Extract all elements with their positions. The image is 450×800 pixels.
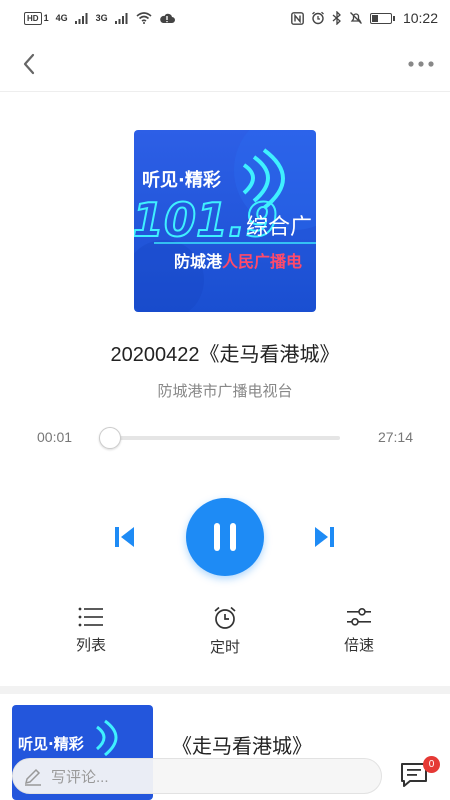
cover-station: 防城港人民广播电 xyxy=(174,252,302,271)
pencil-icon xyxy=(24,768,41,786)
bluetooth-icon xyxy=(332,11,341,25)
playlist-button[interactable]: 列表 xyxy=(51,606,131,655)
network-label-2: 3G xyxy=(95,13,108,23)
network-label-1: 4G xyxy=(55,13,68,23)
alarm-clock-icon xyxy=(214,606,236,629)
battery-icon xyxy=(369,12,395,24)
comment-bar: 写评论... 0 xyxy=(0,752,450,800)
progress-track[interactable] xyxy=(99,427,340,449)
battery-fill xyxy=(371,14,378,22)
tools-row: 列表 定时 倍速 xyxy=(0,606,450,662)
skip-next-icon xyxy=(315,527,334,547)
alarm-icon xyxy=(312,11,324,25)
sliders-icon xyxy=(347,608,371,626)
progress-knob[interactable] xyxy=(99,427,121,449)
cloud-icon xyxy=(159,13,175,23)
comment-placeholder: 写评论... xyxy=(51,768,109,786)
status-right: 10:22 xyxy=(291,10,438,26)
section-divider xyxy=(0,686,450,694)
signal-icon xyxy=(74,12,88,24)
hd-sub: 1 xyxy=(43,13,49,23)
playback-controls xyxy=(0,497,450,577)
nfc-icon xyxy=(291,11,304,25)
cover-channel: 综合广 xyxy=(246,215,312,240)
comment-input[interactable]: 写评论... xyxy=(12,758,382,794)
total-time: 27:14 xyxy=(377,429,413,445)
cover-art: 听见·精彩 101.9 综合广 防城港人民广播电 xyxy=(134,130,316,312)
signal-icon-2 xyxy=(114,12,128,24)
cover-slogan: 听见·精彩 xyxy=(142,169,221,191)
more-dots-icon xyxy=(408,60,434,67)
skip-previous-icon xyxy=(115,527,134,547)
more-button[interactable] xyxy=(406,49,436,79)
pause-button[interactable] xyxy=(186,498,264,576)
current-time: 00:01 xyxy=(37,429,73,445)
chevron-left-icon xyxy=(23,53,35,74)
previous-button[interactable] xyxy=(109,519,139,555)
speed-label: 倍速 xyxy=(343,637,374,654)
pause-icon xyxy=(214,523,220,551)
track-title: 20200422《走马看港城》 xyxy=(110,344,340,366)
status-left: HD 1 4G 3G xyxy=(24,11,175,25)
speed-button[interactable]: 倍速 xyxy=(319,606,399,655)
status-bar: HD 1 4G 3G 10:22 xyxy=(0,0,450,36)
back-button[interactable] xyxy=(14,49,44,79)
timer-label: 定时 xyxy=(209,639,240,656)
pause-icon-bar xyxy=(230,523,236,551)
comments-button[interactable]: 0 xyxy=(400,756,440,792)
comment-count-badge: 0 xyxy=(423,756,440,773)
status-time: 10:22 xyxy=(402,10,438,26)
track-source: 防城港市广播电视台 xyxy=(157,383,293,400)
list-icon xyxy=(78,607,103,627)
wifi-icon xyxy=(136,12,152,24)
hd-indicator: HD xyxy=(24,11,42,25)
related-cover-slogan: 听见·精彩 xyxy=(18,735,84,753)
album-cover: 听见·精彩 101.9 综合广 防城港人民广播电 xyxy=(134,130,316,312)
mute-icon xyxy=(349,12,362,24)
progress-area: 00:01 27:14 xyxy=(0,426,450,450)
top-nav xyxy=(0,36,450,92)
timer-button[interactable]: 定时 xyxy=(185,606,265,657)
next-button[interactable] xyxy=(310,519,340,555)
playlist-label: 列表 xyxy=(75,637,106,654)
